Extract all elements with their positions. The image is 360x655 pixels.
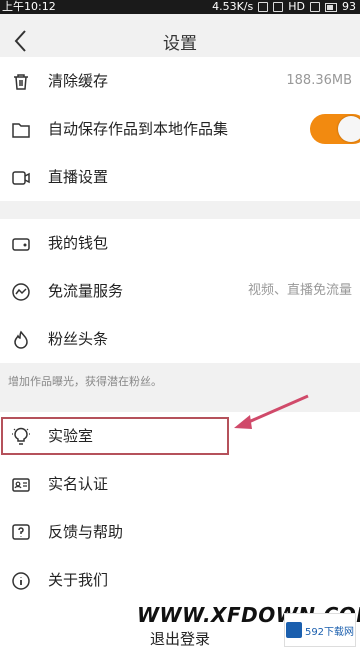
battery-icon: [325, 2, 337, 12]
logo-icon: [285, 622, 302, 638]
trash-icon: [10, 71, 32, 93]
fan-headline-hint: 增加作品曝光，获得潜在粉丝。: [8, 375, 162, 388]
wallet-icon: [10, 233, 32, 255]
network-type: HD: [288, 0, 305, 13]
highlight-box: [1, 417, 229, 455]
row-wallet[interactable]: 我的钱包: [0, 219, 360, 267]
settings-group-1: 清除缓存 188.36MB 自动保存作品到本地作品集 直播设置: [0, 57, 360, 201]
info-icon: [10, 570, 32, 592]
question-icon: [10, 522, 32, 544]
flame-icon: [10, 329, 32, 351]
data-free-icon: [10, 281, 32, 303]
status-right: 4.53K/s HD 93: [212, 0, 356, 14]
row-label: 关于我们: [48, 571, 109, 589]
row-label: 免流量服务: [48, 282, 124, 300]
auto-save-toggle[interactable]: [310, 114, 360, 144]
row-fan-headline[interactable]: 粉丝头条: [0, 315, 360, 363]
row-auto-save[interactable]: 自动保存作品到本地作品集: [0, 105, 360, 153]
wifi-icon: [258, 2, 269, 12]
row-label: 实名认证: [48, 475, 109, 493]
video-camera-icon: [10, 167, 32, 189]
row-label: 我的钱包: [48, 234, 109, 252]
row-label: 清除缓存: [48, 72, 109, 90]
cache-size: 188.36MB: [286, 73, 352, 88]
row-live-settings[interactable]: 直播设置: [0, 153, 360, 201]
network-speed: 4.53K/s: [212, 0, 254, 13]
row-label: 自动保存作品到本地作品集: [48, 120, 229, 138]
row-clear-cache[interactable]: 清除缓存 188.36MB: [0, 57, 360, 105]
folder-icon: [10, 119, 32, 141]
row-label: 直播设置: [48, 168, 109, 186]
toggle-knob: [338, 116, 360, 142]
row-data-free[interactable]: 免流量服务 视频、直播免流量: [0, 267, 360, 315]
row-real-name[interactable]: 实名认证: [0, 460, 360, 508]
watermark-logo-text: 592下载网: [304, 626, 355, 638]
row-feedback[interactable]: 反馈与帮助: [0, 508, 360, 556]
settings-group-2: 我的钱包 免流量服务 视频、直播免流量 粉丝头条: [0, 219, 360, 363]
signal-icon-2: [310, 2, 320, 12]
watermark-logo: 592下载网: [284, 613, 356, 647]
battery-level: 93: [342, 0, 356, 13]
pointer-arrow-icon: [234, 394, 309, 429]
row-label: 反馈与帮助: [48, 523, 124, 541]
data-free-value: 视频、直播免流量: [247, 283, 352, 298]
id-card-icon: [10, 474, 32, 496]
row-about[interactable]: 关于我们: [0, 556, 360, 604]
status-time: 上午10:12: [2, 0, 56, 13]
page-title: 设置: [163, 34, 197, 54]
status-bar: 上午10:12 4.53K/s HD 93: [0, 0, 360, 14]
row-label: 粉丝头条: [48, 330, 109, 348]
signal-icon: [273, 2, 284, 12]
